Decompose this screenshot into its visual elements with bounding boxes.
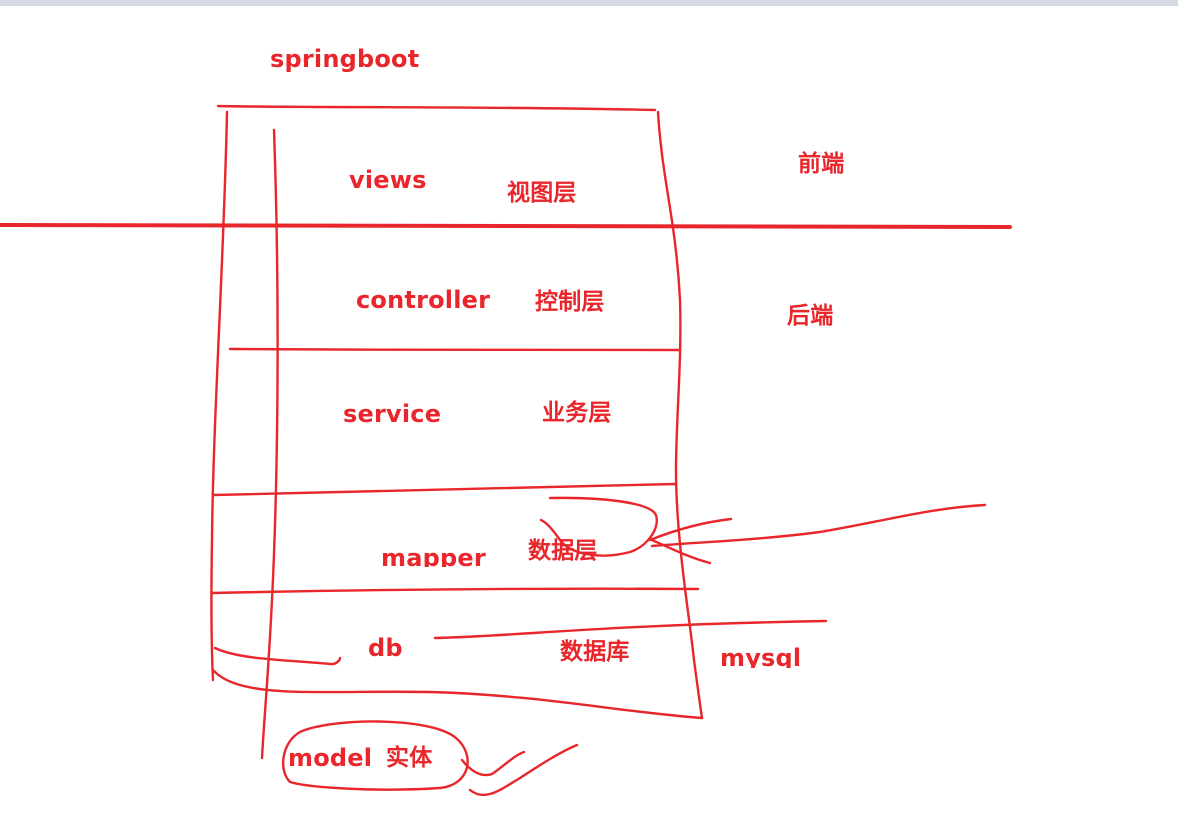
frontend-backend-divider <box>0 222 1012 229</box>
db-cn-label: 数据库 <box>560 639 630 665</box>
db-hook-line <box>213 646 342 666</box>
db-mysql-line <box>433 619 828 640</box>
frontend-label: 前端 <box>798 151 845 177</box>
box-left-outer-line <box>210 110 229 682</box>
diagram-title: springboot <box>270 45 420 73</box>
model-label: model <box>288 744 373 772</box>
service-mapper-divider <box>212 482 678 497</box>
box-top-line <box>216 104 657 112</box>
views-label: views <box>349 166 427 194</box>
mysql-label: mysql <box>720 646 802 668</box>
controller-service-divider <box>228 347 682 352</box>
db-label: db <box>368 634 403 662</box>
model-cn-label: 实体 <box>386 745 433 771</box>
model-tail <box>460 743 579 797</box>
mapper-db-divider <box>210 587 700 595</box>
controller-cn-label: 控制层 <box>535 289 605 315</box>
views-cn-label: 视图层 <box>507 180 577 206</box>
controller-label: controller <box>356 286 491 314</box>
mapper-label: mapper <box>381 546 486 567</box>
mapper-scribble-lines <box>648 503 987 565</box>
service-cn-label: 业务层 <box>542 400 612 426</box>
mapper-cn-label: 数据层 <box>528 538 598 564</box>
box-right-line <box>656 110 704 720</box>
service-label: service <box>343 400 442 428</box>
box-bottom-line <box>211 668 704 720</box>
backend-label: 后端 <box>787 303 834 329</box>
